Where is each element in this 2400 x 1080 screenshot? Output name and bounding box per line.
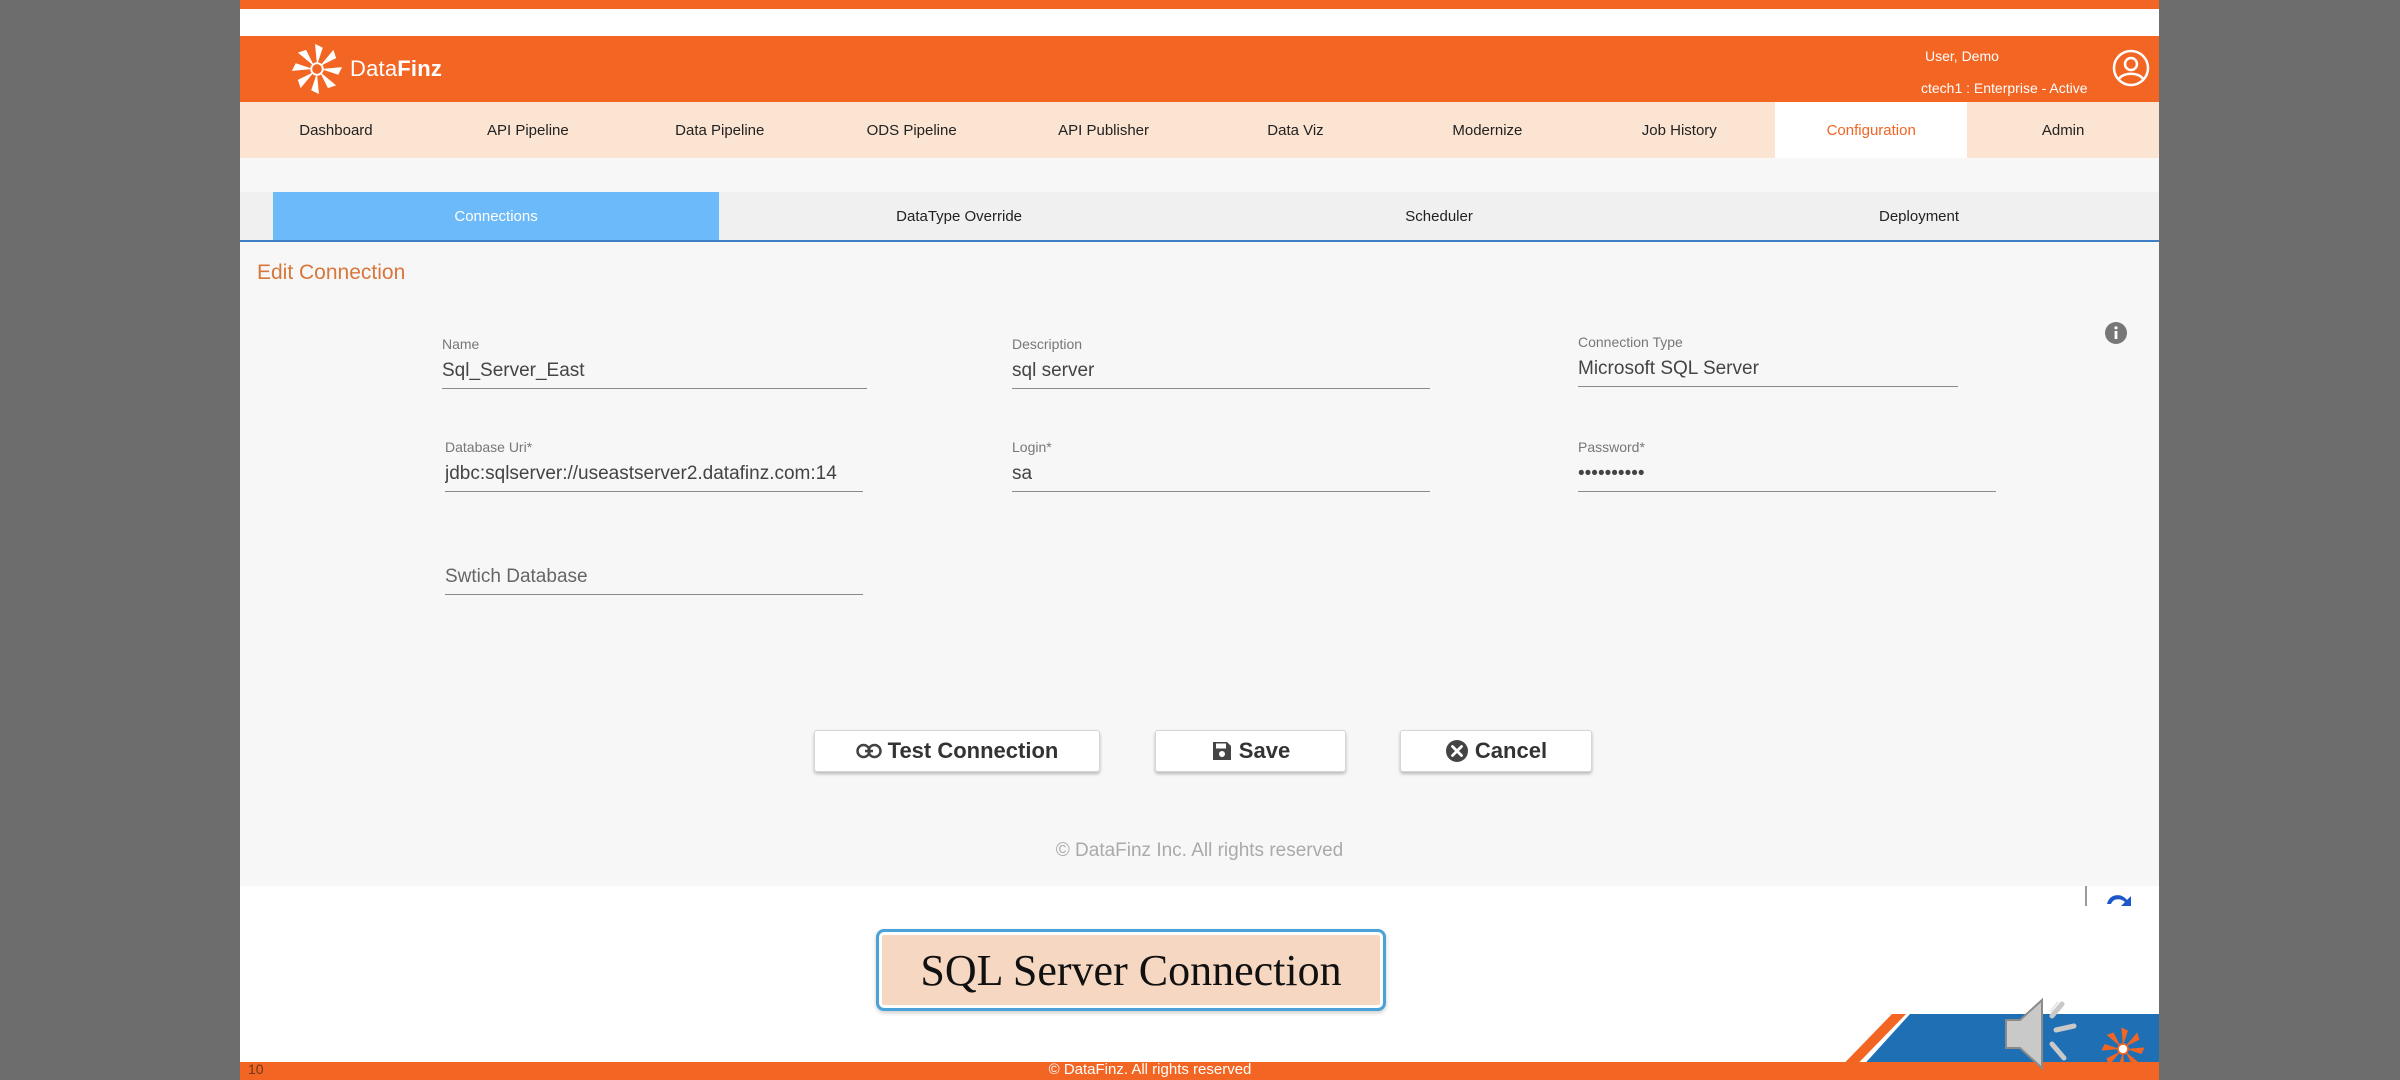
page-title: Edit Connection	[257, 261, 406, 284]
main-nav: Dashboard API Pipeline Data Pipeline ODS…	[240, 102, 2159, 158]
user-account-icon[interactable]	[2111, 48, 2151, 88]
cancel-button[interactable]: Cancel	[1400, 730, 1592, 772]
name-label: Name	[442, 336, 480, 352]
password-input[interactable]: ••••••••••	[1578, 457, 1996, 492]
test-connection-button[interactable]: Test Connection	[814, 730, 1100, 772]
nav-item-api-pipeline[interactable]: API Pipeline	[432, 102, 624, 158]
connection-type-label: Connection Type	[1578, 334, 1683, 350]
name-field: Name Sql_Server_East	[442, 336, 867, 389]
link-icon	[855, 743, 882, 759]
logo-text: DataFinz	[350, 56, 442, 82]
test-connection-label: Test Connection	[887, 738, 1059, 763]
pinwheel-logo-icon	[291, 43, 343, 95]
info-icon[interactable]	[2104, 321, 2128, 345]
slide: DataFinz User, Demo ctech1 : Enterprise …	[240, 0, 2159, 1080]
nav-item-modernize[interactable]: Modernize	[1391, 102, 1583, 158]
pinwheel-logo-icon	[2101, 1027, 2145, 1071]
datafinz-logo[interactable]: DataFinz	[288, 40, 442, 98]
nav-item-data-viz[interactable]: Data Viz	[1200, 102, 1392, 158]
sub-tabs: Connections DataType Override Scheduler …	[240, 192, 2159, 242]
login-input[interactable]: sa	[1012, 457, 1430, 492]
logo-text-prefix: Data	[350, 56, 398, 81]
database-uri-field: Database Uri* jdbc:sqlserver://useastser…	[445, 439, 863, 492]
cancel-label: Cancel	[1474, 738, 1548, 763]
tab-connections[interactable]: Connections	[273, 192, 720, 240]
password-field: Password* ••••••••••	[1578, 439, 1996, 492]
tab-datatype-override[interactable]: DataType Override	[719, 192, 1199, 240]
name-input[interactable]: Sql_Server_East	[442, 354, 867, 389]
description-field: Description sql server	[1012, 336, 1430, 389]
nav-item-job-history[interactable]: Job History	[1583, 102, 1775, 158]
save-label: Save	[1238, 738, 1291, 763]
content-area: Connections DataType Override Scheduler …	[240, 158, 2159, 886]
nav-item-api-publisher[interactable]: API Publisher	[1008, 102, 1200, 158]
login-label: Login*	[1012, 439, 1052, 455]
description-label: Description	[1012, 336, 1083, 352]
switch-database-field: Swtich Database	[445, 542, 863, 595]
slide-top-strip	[240, 0, 2159, 9]
login-field: Login* sa	[1012, 439, 1430, 492]
connection-type-field: Connection Type Microsoft SQL Server	[1578, 334, 1958, 387]
logo-text-suffix: Finz	[397, 56, 443, 81]
nav-item-ods-pipeline[interactable]: ODS Pipeline	[816, 102, 1008, 158]
slide-caption: SQL Server Connection	[876, 929, 1386, 1011]
app-footer-copyright: © DataFinz Inc. All rights reserved	[1055, 840, 1344, 861]
database-uri-input[interactable]: jdbc:sqlserver://useastserver2.datafinz.…	[445, 457, 863, 492]
recaptcha-icon	[2085, 886, 2131, 906]
user-info: User, Demo ctech1 : Enterprise - Active	[1921, 40, 2101, 104]
database-uri-label: Database Uri*	[445, 439, 533, 455]
nav-item-dashboard[interactable]: Dashboard	[240, 102, 432, 158]
tab-scheduler[interactable]: Scheduler	[1199, 192, 1679, 240]
nav-item-admin[interactable]: Admin	[1967, 102, 2159, 158]
switch-database-select[interactable]: Swtich Database	[445, 560, 863, 595]
user-plan: ctech1 : Enterprise - Active	[1921, 80, 2088, 96]
save-button[interactable]: Save	[1155, 730, 1346, 772]
user-name: User, Demo	[1925, 48, 1999, 64]
speaker-audio-icon[interactable]	[2000, 986, 2092, 1074]
app-header: DataFinz User, Demo ctech1 : Enterprise …	[240, 36, 2159, 102]
floppy-disk-icon	[1212, 742, 1231, 760]
tab-deployment[interactable]: Deployment	[1679, 192, 2159, 240]
description-input[interactable]: sql server	[1012, 354, 1430, 389]
close-circle-icon	[1445, 740, 1468, 762]
slide-copyright: © DataFinz. All rights reserved	[1048, 1061, 1252, 1078]
nav-item-data-pipeline[interactable]: Data Pipeline	[624, 102, 816, 158]
connection-type-select[interactable]: Microsoft SQL Server	[1578, 352, 1958, 387]
nav-item-configuration[interactable]: Configuration	[1775, 102, 1968, 158]
password-label: Password*	[1578, 439, 1645, 455]
